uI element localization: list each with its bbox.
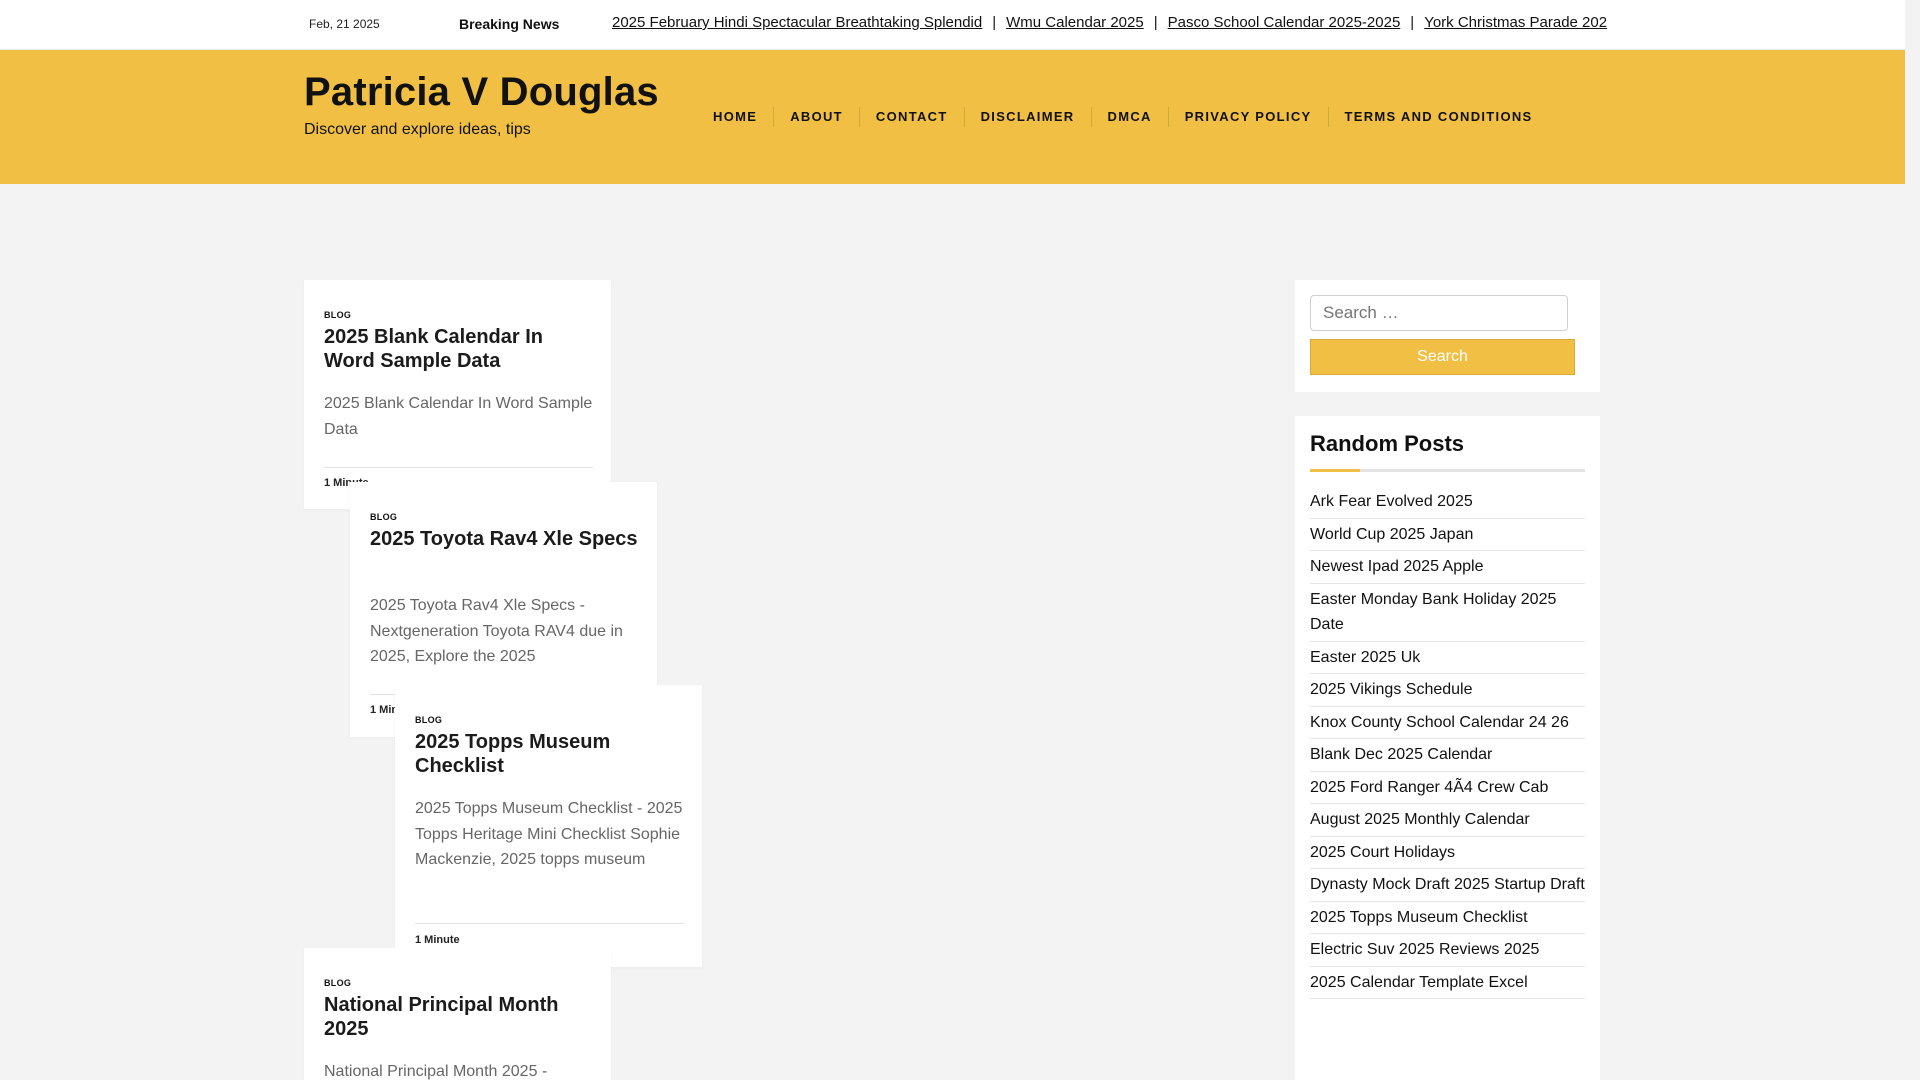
current-date: Feb, 21 2025 [309, 17, 380, 31]
site-title[interactable]: Patricia V Douglas [304, 70, 659, 115]
breaking-news-ticker: 2025 February Hindi Spectacular Breathta… [612, 14, 1684, 36]
random-post-link[interactable]: Easter Monday Bank Holiday 2025 Date [1310, 584, 1585, 642]
random-post-link[interactable]: 2025 Vikings Schedule [1310, 674, 1585, 707]
post-category[interactable]: BLOG [415, 715, 442, 725]
post-excerpt: National Principal Month 2025 - [324, 1063, 548, 1080]
search-input[interactable] [1310, 295, 1568, 331]
random-post-link[interactable]: Dynasty Mock Draft 2025 Startup Draft [1310, 869, 1585, 902]
post-title[interactable]: 2025 Topps Museum Checklist [415, 730, 685, 778]
read-time: 1 Minute [415, 934, 460, 946]
ticker-separator: | [1410, 14, 1415, 31]
nav-disclaimer[interactable]: DISCLAIMER [965, 107, 1092, 127]
random-post-link[interactable]: Easter 2025 Uk [1310, 642, 1585, 674]
site-header: Patricia V Douglas Discover and explore … [0, 50, 1905, 184]
random-post-link[interactable]: August 2025 Monthly Calendar [1310, 804, 1585, 837]
random-post-link[interactable]: Electric Suv 2025 Reviews 2025 [1310, 934, 1585, 967]
post-title[interactable]: National Principal Month 2025 [324, 993, 594, 1041]
breaking-news-label: Breaking News [459, 16, 560, 32]
ticker-link[interactable]: 2025 February Hindi Spectacular Breathta… [612, 14, 982, 31]
random-post-link[interactable]: 2025 Ford Ranger 4Ã4 Crew Cab [1310, 772, 1585, 804]
random-post-link[interactable]: World Cup 2025 Japan [1310, 519, 1585, 551]
post-category[interactable]: BLOG [324, 310, 351, 320]
nav-terms-and-conditions[interactable]: TERMS AND CONDITIONS [1329, 107, 1549, 127]
nav-contact[interactable]: CONTACT [860, 107, 965, 127]
divider [415, 923, 684, 924]
post-card: BLOG 2025 Topps Museum Checklist 2025 To… [395, 685, 702, 967]
widget-title-underline [1310, 469, 1585, 472]
random-post-link[interactable]: 2025 Topps Museum Checklist [1310, 902, 1585, 934]
post-excerpt: 2025 Topps Museum Checklist - 2025 Topps… [415, 800, 683, 868]
post-category[interactable]: BLOG [370, 512, 397, 522]
random-post-link[interactable]: Newest Ipad 2025 Apple [1310, 551, 1585, 584]
divider [324, 467, 593, 468]
random-post-link[interactable]: Knox County School Calendar 24 26 [1310, 707, 1585, 739]
random-posts-list: Ark Fear Evolved 2025 World Cup 2025 Jap… [1310, 486, 1585, 999]
post-card: BLOG 2025 Blank Calendar In Word Sample … [304, 280, 611, 509]
site-tagline: Discover and explore ideas, tips [304, 121, 531, 138]
main-nav: HOME ABOUT CONTACT DISCLAIMER DMCA PRIVA… [697, 50, 1549, 184]
post-title[interactable]: 2025 Toyota Rav4 Xle Specs [370, 527, 640, 551]
ticker-link[interactable]: Pasco School Calendar 2025-2025 [1168, 14, 1401, 31]
ticker-separator: | [992, 14, 997, 31]
ticker-link[interactable]: York Christmas Parade 202 [1424, 14, 1607, 31]
post-excerpt: 2025 Blank Calendar In Word Sample Data [324, 395, 593, 438]
ticker-separator: | [1153, 14, 1158, 31]
random-post-link[interactable]: Ark Fear Evolved 2025 [1310, 486, 1585, 519]
nav-dmca[interactable]: DMCA [1092, 107, 1169, 127]
top-bar: Feb, 21 2025 Breaking News 2025 February… [0, 0, 1905, 50]
nav-home[interactable]: HOME [697, 107, 775, 127]
widget-title: Random Posts [1310, 431, 1465, 456]
page: Feb, 21 2025 Breaking News 2025 February… [0, 0, 1905, 1080]
search-widget: Search [1295, 280, 1600, 392]
post-category[interactable]: BLOG [324, 978, 351, 988]
random-post-link[interactable]: 2025 Calendar Template Excel [1310, 967, 1585, 999]
nav-privacy-policy[interactable]: PRIVACY POLICY [1169, 107, 1329, 127]
search-button[interactable]: Search [1310, 339, 1575, 375]
random-posts-widget: Random Posts Ark Fear Evolved 2025 World… [1295, 416, 1600, 1080]
nav-about[interactable]: ABOUT [774, 107, 860, 127]
post-excerpt: 2025 Toyota Rav4 Xle Specs - Nextgenerat… [370, 597, 623, 665]
random-post-link[interactable]: Blank Dec 2025 Calendar [1310, 739, 1585, 772]
post-card: BLOG National Principal Month 2025 Natio… [304, 948, 611, 1080]
post-title[interactable]: 2025 Blank Calendar In Word Sample Data [324, 325, 594, 373]
random-post-link[interactable]: 2025 Court Holidays [1310, 837, 1585, 869]
ticker-link[interactable]: Wmu Calendar 2025 [1006, 14, 1144, 31]
accent-bar [1310, 469, 1360, 472]
